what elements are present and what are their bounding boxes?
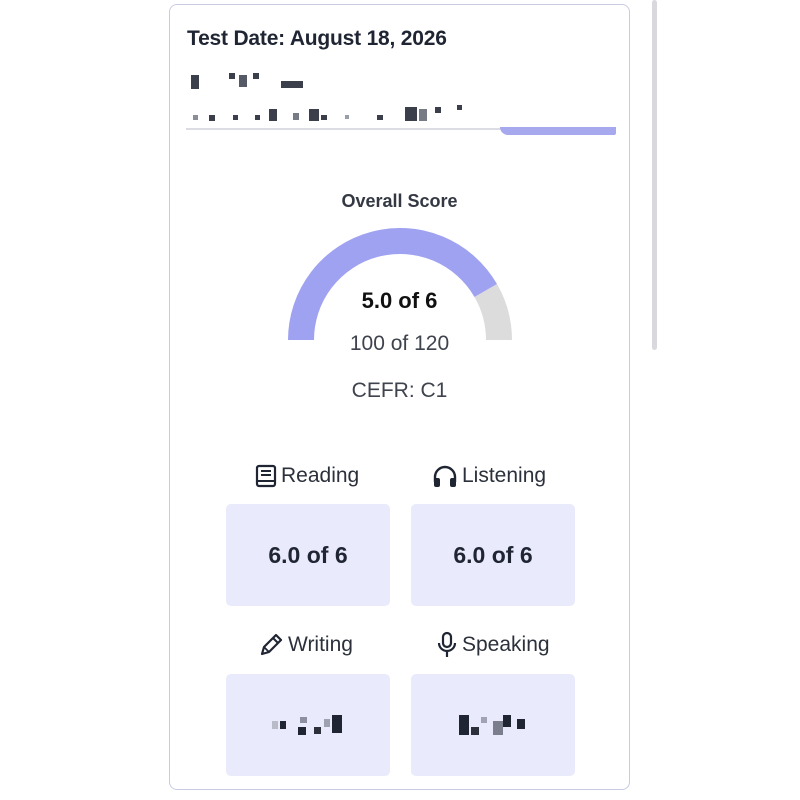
- book-icon: [255, 464, 277, 488]
- cefr-level: CEFR: C1: [351, 379, 448, 402]
- speaking-label-text: Speaking: [462, 633, 550, 656]
- reading-score: 6.0 of 6: [268, 541, 348, 568]
- overall-score-value: 5.0 of 6: [361, 288, 438, 313]
- scrollbar[interactable]: [652, 0, 657, 350]
- header-accent-bar: [500, 127, 616, 135]
- redacted-writing-score: [268, 713, 348, 737]
- listening-score-box: 6.0 of 6: [411, 504, 575, 606]
- overall-scale-score: 100 of 120: [349, 332, 450, 355]
- speaking-label: Speaking: [436, 630, 550, 660]
- microphone-icon: [437, 631, 457, 657]
- writing-score-box: [226, 674, 390, 776]
- writing-label-text: Writing: [288, 633, 353, 656]
- listening-label-text: Listening: [462, 464, 547, 487]
- listening-score: 6.0 of 6: [453, 541, 533, 568]
- reading-score-box: 6.0 of 6: [226, 504, 390, 606]
- headphones-icon: [433, 465, 457, 487]
- redacted-name: [187, 71, 347, 93]
- reading-label-text: Reading: [281, 464, 360, 487]
- score-report-card: Test Date: August 18, 2026 Overall Score…: [169, 4, 630, 790]
- redacted-details: [187, 103, 487, 125]
- test-date: Test Date: August 18, 2026: [187, 27, 447, 50]
- writing-label: Writing: [258, 630, 353, 660]
- pencil-icon: [260, 633, 283, 656]
- overall-score-gauge: [288, 228, 512, 341]
- redacted-speaking-score: [453, 713, 533, 737]
- overall-score-title: Overall Score: [341, 191, 458, 211]
- speaking-score-box: [411, 674, 575, 776]
- listening-label: Listening: [432, 461, 546, 491]
- reading-label: Reading: [255, 461, 359, 491]
